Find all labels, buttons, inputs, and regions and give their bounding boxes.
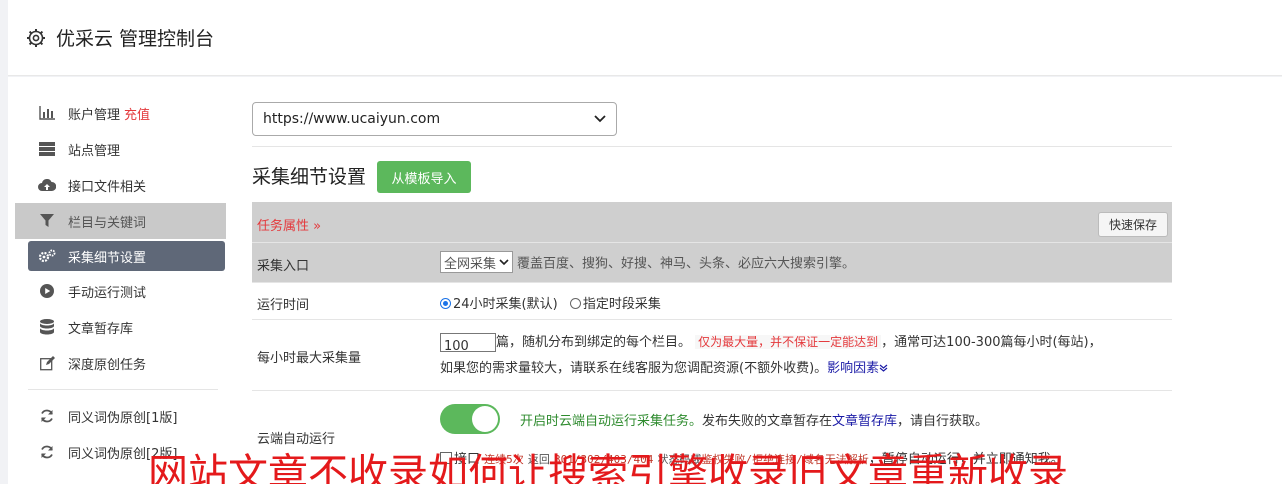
- task-attr-toggle[interactable]: 任务属性 »: [257, 215, 321, 234]
- run-time-options: 24小时采集(默认) 指定时段采集: [440, 293, 661, 312]
- sidebar-item-label: 手动运行测试: [68, 285, 147, 301]
- cloud-auto-run-toggle[interactable]: [440, 404, 500, 434]
- radio-24h-label: 24小时采集(默认): [453, 297, 558, 312]
- collect-entry-desc: 覆盖百度、搜狗、好搜、神马、头条、必应六大搜索引擎。: [517, 256, 856, 272]
- cloud-upload-icon: [38, 176, 56, 194]
- influence-factors-link[interactable]: 影响因素: [827, 361, 888, 376]
- sidebar-item-deep-original[interactable]: 深度原创任务: [8, 345, 226, 381]
- gear-icon: [26, 28, 46, 48]
- radio-custom-time[interactable]: [569, 298, 581, 309]
- max-per-hour-label: 每小时最大采集量: [257, 351, 362, 366]
- recharge-link[interactable]: 充值: [124, 104, 150, 123]
- radio-24h[interactable]: [440, 298, 451, 309]
- sidebar-item-article-storage[interactable]: 文章暂存库: [8, 309, 226, 345]
- sidebar-item-label: 站点管理: [68, 143, 121, 159]
- article-storage-link[interactable]: 文章暂存库: [832, 414, 897, 429]
- gears-icon: [38, 247, 56, 265]
- max-per-hour-row: 每小时最大采集量 100 篇，随机分布到绑定的每个栏目。 仅为最大量，并不保证一定…: [252, 320, 1172, 391]
- collect-entry-select[interactable]: 全网采集: [440, 251, 514, 273]
- collect-entry-label: 采集入口: [257, 259, 310, 274]
- sidebar-item-label: 采集细节设置: [68, 250, 147, 266]
- settings-table: 任务属性 » 快速保存 采集入口 全网采集 覆盖百度、搜狗、好搜、神马、头条、必应…: [252, 202, 1172, 484]
- sidebar-item-manual-run[interactable]: 手动运行测试: [8, 273, 226, 309]
- play-circle-icon: [38, 282, 56, 300]
- sidebar-item-label: 栏目与关键词: [68, 215, 147, 231]
- sidebar-item-synonym-v1[interactable]: 同义词伪原创[1版]: [8, 398, 226, 434]
- collect-entry-row: 采集入口 全网采集 覆盖百度、搜狗、好搜、神马、头条、必应六大搜索引擎。: [252, 243, 1172, 283]
- refresh-icon: [38, 407, 56, 425]
- sidebar-item-label: 账户管理: [68, 107, 121, 123]
- double-chevron-down-icon: [879, 364, 888, 372]
- edit-icon: [38, 354, 56, 372]
- bar-chart-icon: [38, 104, 56, 122]
- run-time-label: 运行时间: [257, 298, 310, 313]
- sidebar-divider: [28, 389, 218, 390]
- sidebar: 账户管理 充值 站点管理 接口文件相关 栏目与关键词 采集细节设置 手动运行测试…: [8, 95, 226, 470]
- top-header: 优采云 管理控制台: [8, 0, 1282, 76]
- chevron-down-icon: [594, 111, 606, 127]
- overlay-caption: 网站文章不收录如何让搜索引擎收录旧文章重新收录: [148, 451, 1068, 484]
- radio-custom-time-label: 指定时段采集: [582, 297, 661, 312]
- max-warning: 仅为最大量，并不保证一定能达到: [695, 335, 882, 349]
- max-per-hour-value: 100 篇，随机分布到绑定的每个栏目。 仅为最大量，并不保证一定能达到 ，通常可达1…: [440, 333, 1102, 376]
- sidebar-item-sites[interactable]: 站点管理: [8, 131, 226, 167]
- max-per-hour-input[interactable]: 100: [440, 333, 496, 354]
- cloud-auto-run-label: 云端自动运行: [257, 432, 336, 447]
- task-attr-row: 任务属性 » 快速保存: [252, 202, 1172, 243]
- sidebar-item-interface-files[interactable]: 接口文件相关: [8, 167, 226, 203]
- sidebar-item-account[interactable]: 账户管理 充值: [8, 95, 226, 131]
- sidebar-item-columns-keywords[interactable]: 栏目与关键词: [15, 203, 226, 239]
- page-title: 优采云 管理控制台: [56, 28, 215, 50]
- sidebar-item-label: 深度原创任务: [68, 357, 147, 373]
- content-panel: 账户管理 充值 站点管理 接口文件相关 栏目与关键词 采集细节设置 手动运行测试…: [8, 77, 1282, 484]
- sidebar-item-label: 接口文件相关: [68, 179, 147, 195]
- divider: [252, 146, 1172, 147]
- filter-icon: [38, 212, 56, 230]
- import-template-button[interactable]: 从模板导入: [377, 161, 471, 193]
- run-time-row: 运行时间 24小时采集(默认) 指定时段采集: [252, 283, 1172, 320]
- database-icon: [38, 318, 56, 336]
- sidebar-item-collect-settings[interactable]: 采集细节设置: [28, 241, 225, 271]
- chevron-down-icon: [499, 258, 509, 265]
- quick-save-button[interactable]: 快速保存: [1098, 212, 1168, 237]
- server-icon: [38, 140, 56, 158]
- site-select[interactable]: https://www.ucaiyun.com: [252, 102, 617, 136]
- site-select-value: https://www.ucaiyun.com: [263, 111, 441, 127]
- sidebar-item-label: 同义词伪原创[1版]: [68, 410, 178, 426]
- collect-entry-value: 全网采集 覆盖百度、搜狗、好搜、神马、头条、必应六大搜索引擎。: [440, 251, 855, 273]
- refresh-icon: [38, 443, 56, 461]
- sidebar-item-label: 文章暂存库: [68, 321, 134, 337]
- section-title: 采集细节设置: [252, 166, 367, 188]
